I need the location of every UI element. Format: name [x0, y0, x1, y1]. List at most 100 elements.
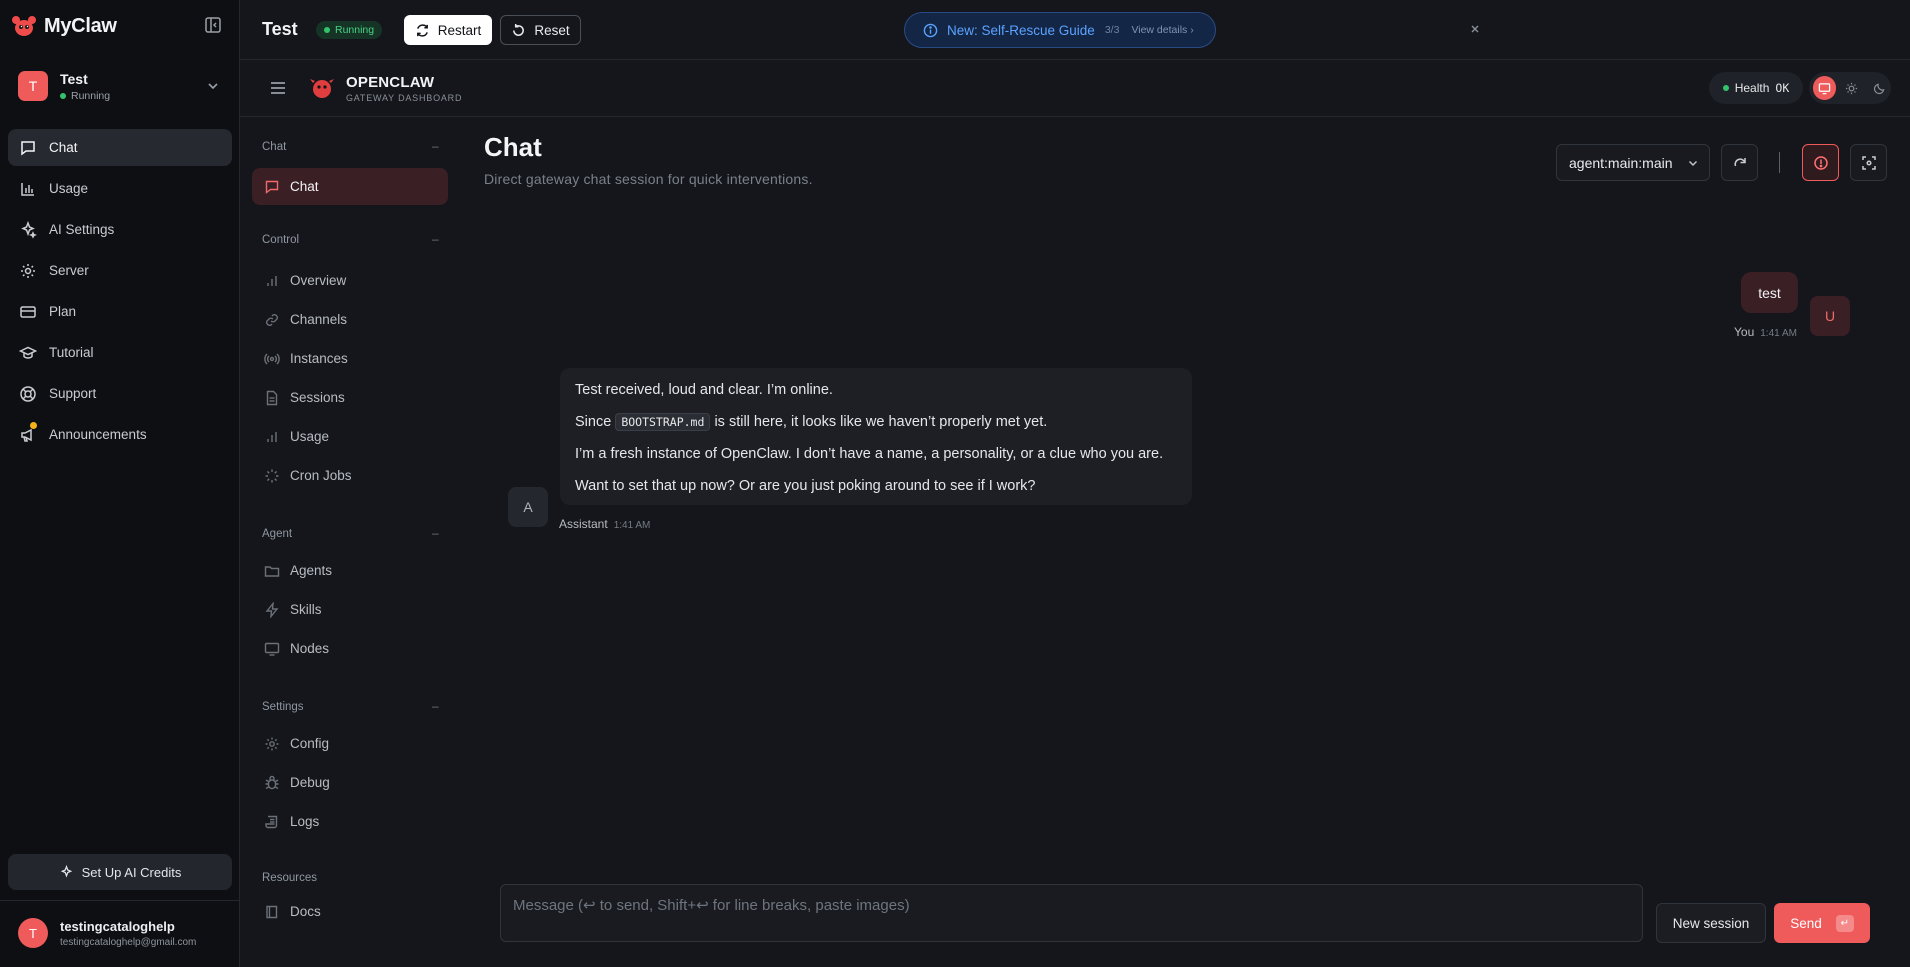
gw-item-instances[interactable]: Instances: [252, 340, 448, 377]
nav-item-server[interactable]: Server: [8, 252, 232, 289]
gw-item-channels[interactable]: Channels: [252, 301, 448, 338]
gateway-header: OPENCLAW GATEWAY DASHBOARD Health OK: [240, 60, 1910, 117]
announcement-count: 3/3: [1104, 24, 1120, 36]
assistant-message-bubble: Test received, loud and clear. I’m onlin…: [560, 368, 1192, 505]
close-icon[interactable]: [1468, 22, 1482, 36]
gw-item-label: Usage: [290, 429, 330, 444]
nav-item-label: Announcements: [49, 427, 147, 442]
section-collapse-agent[interactable]: –: [432, 526, 439, 540]
gw-item-label: Agents: [290, 563, 333, 578]
gw-item-skills[interactable]: Skills: [252, 591, 448, 628]
nav-item-usage[interactable]: Usage: [8, 170, 232, 207]
rotate-ccw-icon: [513, 23, 525, 36]
message-line: Since BOOTSTRAP.md is still here, it loo…: [575, 413, 1177, 445]
assistant-message-meta: Assistant 1:41 AM: [559, 517, 650, 531]
set-up-ai-credits-button[interactable]: Set Up AI Credits: [8, 854, 232, 890]
nav-item-label: Tutorial: [49, 345, 94, 360]
nav-item-ai-settings[interactable]: AI Settings: [8, 211, 232, 248]
gw-item-label: Logs: [290, 814, 320, 829]
theme-system-button[interactable]: [1813, 76, 1837, 100]
workspace-status: Running: [60, 90, 110, 102]
scan-icon: [1861, 155, 1876, 170]
nav-item-label: Chat: [49, 140, 78, 155]
gw-item-usage[interactable]: Usage: [252, 418, 448, 455]
announcement-banner[interactable]: New: Self-Rescue Guide 3/3 View details …: [904, 12, 1216, 48]
status-badge-text: Running: [335, 24, 375, 36]
gateway-title: OPENCLAW: [346, 74, 435, 91]
nav-item-plan[interactable]: Plan: [8, 293, 232, 330]
gw-item-label: Skills: [290, 602, 322, 617]
section-collapse-chat[interactable]: –: [432, 139, 439, 153]
agent-session-select[interactable]: agent:main:main: [1556, 144, 1710, 181]
gw-item-label: Debug: [290, 775, 330, 790]
gw-item-label: Overview: [290, 273, 347, 288]
send-button[interactable]: Send ↵: [1774, 903, 1870, 943]
new-session-button[interactable]: New session: [1656, 903, 1766, 943]
gw-item-overview[interactable]: Overview: [252, 262, 448, 299]
restart-label: Restart: [437, 22, 482, 38]
section-settings: Settings: [262, 701, 304, 713]
gw-item-cron-jobs[interactable]: Cron Jobs: [252, 457, 448, 494]
gw-item-docs[interactable]: Docs: [252, 893, 448, 930]
section-collapse-control[interactable]: –: [432, 232, 439, 246]
monitor-icon: [1818, 82, 1831, 94]
user-avatar: U: [1810, 296, 1850, 336]
link-icon: [266, 313, 278, 326]
thinking-toggle-button[interactable]: [1802, 144, 1839, 181]
avatar: T: [18, 918, 48, 948]
gw-item-label: Cron Jobs: [290, 468, 352, 483]
gw-item-agents[interactable]: Agents: [252, 552, 448, 589]
nav-item-support[interactable]: Support: [8, 375, 232, 412]
refresh-button[interactable]: [1721, 144, 1758, 181]
message-square-icon: [21, 140, 35, 155]
message-input[interactable]: Message (↩ to send, Shift+↩ for line bre…: [500, 884, 1643, 942]
section-collapse-settings[interactable]: –: [432, 699, 439, 713]
gw-item-config[interactable]: Config: [252, 725, 448, 762]
section-agent: Agent: [262, 528, 293, 540]
loader-icon: [265, 469, 279, 482]
menu-icon[interactable]: [269, 80, 287, 96]
theme-light-button[interactable]: [1840, 76, 1863, 100]
restart-button[interactable]: Restart: [404, 15, 492, 45]
message-line: I’m a fresh instance of OpenClaw. I don’…: [575, 446, 1164, 462]
top-bar: Test Running Restart Reset New: Self-Res…: [240, 0, 1910, 60]
gw-item-nodes[interactable]: Nodes: [252, 630, 448, 667]
gw-item-sessions[interactable]: Sessions: [252, 379, 448, 416]
send-label: Send: [1790, 915, 1822, 931]
workspace-switcher[interactable]: T Test Running: [8, 64, 232, 108]
gw-item-logs[interactable]: Logs: [252, 803, 448, 840]
status-badge: Running: [316, 21, 383, 39]
gw-item-chat[interactable]: Chat: [252, 168, 448, 205]
sidebar-collapse-icon[interactable]: [204, 16, 222, 34]
bar-chart-icon: [267, 431, 277, 442]
health-label: Health: [1734, 81, 1770, 95]
section-resources: Resources: [262, 872, 317, 884]
health-indicator: Health OK: [1709, 72, 1803, 104]
user-message-meta: You 1:41 AM: [1734, 325, 1797, 339]
view-details-link[interactable]: View details ›: [1131, 24, 1193, 36]
focus-mode-button[interactable]: [1850, 144, 1887, 181]
instance-title: Test: [262, 19, 298, 39]
user-profile[interactable]: T testingcataloghelp testingcataloghelp@…: [18, 918, 196, 948]
message-time: 1:41 AM: [1760, 328, 1797, 339]
nav-item-tutorial[interactable]: Tutorial: [8, 334, 232, 371]
sparkles-icon: [60, 864, 72, 878]
enter-key-icon: ↵: [1835, 914, 1854, 932]
chevron-down-icon: [1688, 160, 1698, 167]
nav-item-label: Server: [49, 263, 89, 278]
nav-item-chat[interactable]: Chat: [8, 129, 232, 166]
nav-item-label: Support: [49, 386, 97, 401]
gw-item-label: Docs: [290, 904, 321, 919]
assistant-avatar: A: [508, 487, 548, 527]
scroll-icon: [265, 815, 278, 828]
message-text: Since: [575, 414, 612, 430]
sparkles-icon: [21, 220, 37, 239]
theme-dark-button[interactable]: [1868, 76, 1891, 100]
gw-item-label: Instances: [290, 351, 348, 366]
gateway-subtitle: GATEWAY DASHBOARD: [346, 93, 463, 103]
nav-item-announcements[interactable]: Announcements: [8, 416, 232, 453]
gw-item-debug[interactable]: Debug: [252, 764, 448, 801]
brand[interactable]: MyClaw: [10, 12, 117, 40]
radio-icon: [264, 353, 280, 364]
reset-button[interactable]: Reset: [500, 15, 581, 45]
